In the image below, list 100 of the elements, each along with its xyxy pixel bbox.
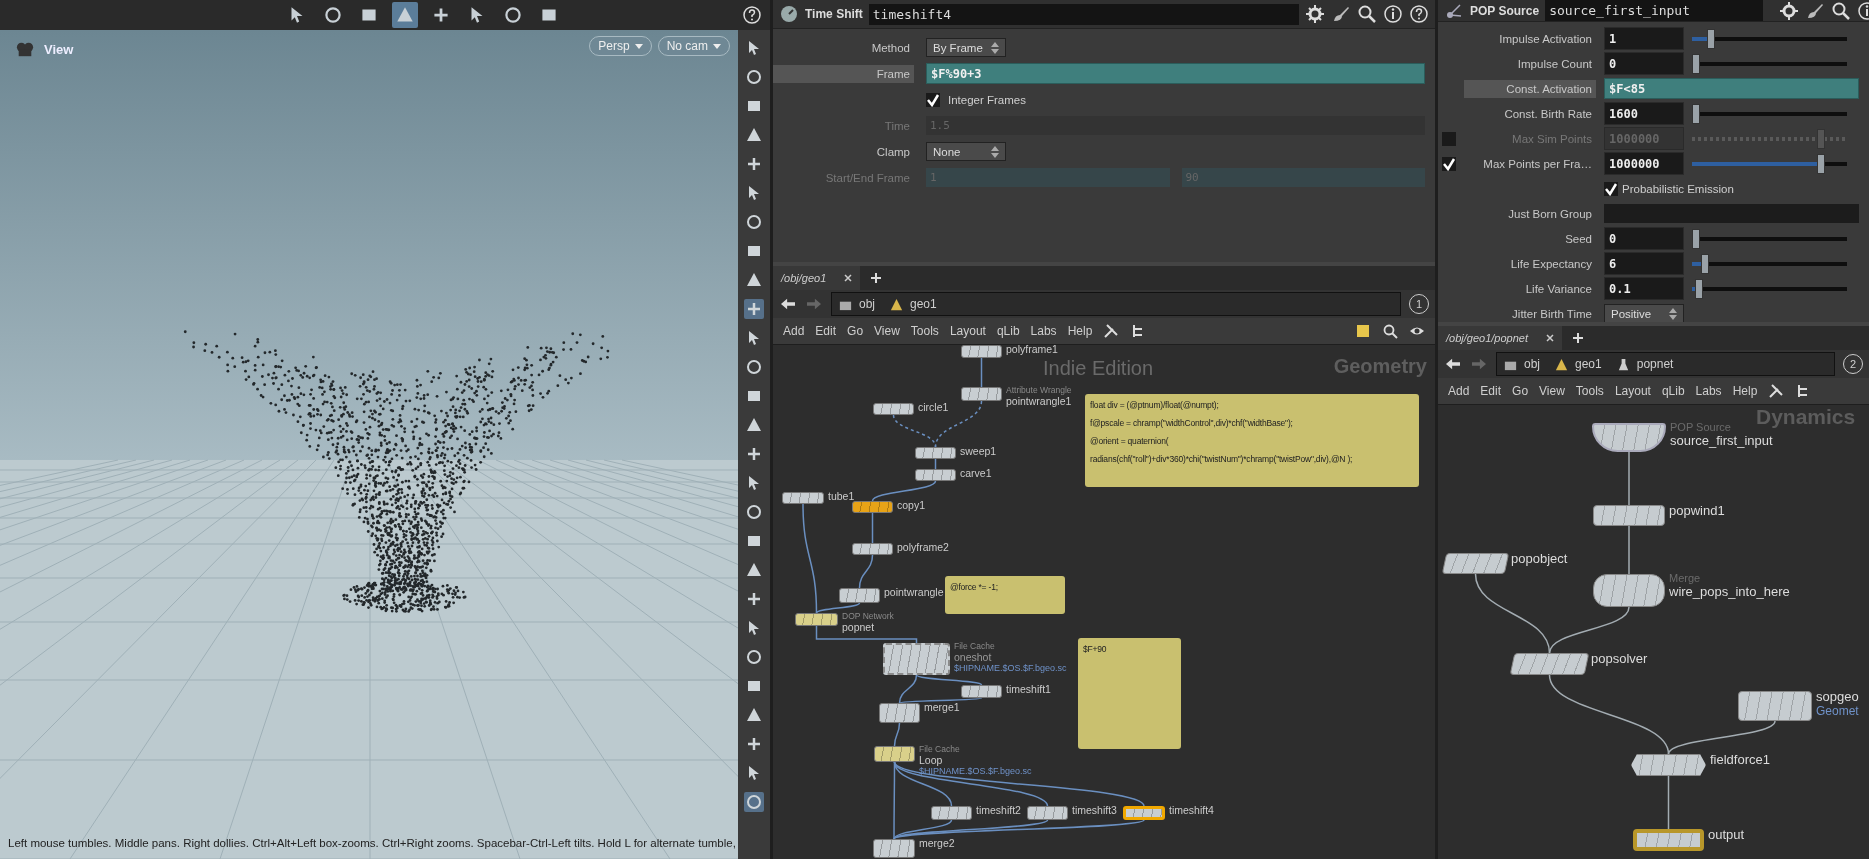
menu-item[interactable]: Help	[1067, 324, 1093, 338]
node-name-field[interactable]: timeshift4	[868, 3, 1299, 25]
number-field[interactable]: 6	[1604, 252, 1684, 275]
info-icon[interactable]	[1383, 4, 1403, 24]
number-field[interactable]: 1600	[1604, 102, 1684, 125]
network-node[interactable]	[931, 806, 972, 820]
close-icon[interactable]	[844, 274, 853, 282]
menu-item[interactable]: qLib	[1661, 384, 1685, 398]
search-icon[interactable]	[1831, 0, 1852, 21]
path-bar[interactable]: obj geo1	[831, 292, 1401, 316]
help-icon[interactable]	[742, 5, 762, 25]
back-arrow-icon[interactable]	[1444, 357, 1462, 371]
menu-item[interactable]: Layout	[949, 324, 986, 338]
network-node[interactable]	[874, 746, 915, 762]
network-node[interactable]	[961, 387, 1002, 401]
gear-icon[interactable]	[1305, 4, 1325, 24]
add-tab-icon[interactable]	[870, 272, 883, 284]
network-node[interactable]	[795, 613, 838, 626]
network-node[interactable]	[852, 501, 893, 513]
network-node[interactable]	[879, 703, 920, 723]
sticky-note[interactable]: @force *= -1;	[945, 576, 1065, 614]
network-node[interactable]	[1123, 806, 1165, 820]
menu-item[interactable]: Go	[1512, 384, 1529, 398]
menu-item[interactable]: Go	[847, 324, 864, 338]
slider[interactable]	[1692, 253, 1847, 274]
back-arrow-icon[interactable]	[779, 297, 797, 311]
menu-item[interactable]: Layout	[1614, 384, 1651, 398]
node-name-field[interactable]: source_first_input	[1545, 0, 1764, 21]
network-node[interactable]	[961, 345, 1002, 358]
path-segment[interactable]: obj	[1524, 357, 1540, 371]
path-segment[interactable]: geo1	[1575, 357, 1602, 371]
path-segment[interactable]: obj	[859, 297, 875, 311]
sticky-note[interactable]: float div = (@ptnum)/float(@numpt); f@pscale = chramp("widthControl",div)*chf("widthBase"); @orient = quaternion( radians(chf("roll")+div*360)*chi("twistNum")*chramp("twistPow",div),@N );	[1085, 394, 1419, 487]
path-segment[interactable]: geo1	[910, 297, 937, 311]
cross-icon[interactable]	[744, 299, 764, 319]
circle-icon[interactable]	[744, 647, 764, 667]
gear-icon[interactable]	[1779, 0, 1800, 21]
slider[interactable]	[1692, 128, 1847, 149]
circle-icon[interactable]	[744, 792, 764, 812]
dropdown-menu[interactable]: None	[926, 142, 1006, 161]
network-node[interactable]	[782, 492, 824, 504]
network-tab[interactable]: /obj/geo1/popnet	[1438, 326, 1562, 350]
menu-item[interactable]: Add	[783, 324, 805, 338]
network-node[interactable]	[873, 403, 914, 415]
menu-item[interactable]: Edit	[1480, 384, 1502, 398]
network-node[interactable]	[1738, 691, 1812, 721]
network-node[interactable]	[915, 447, 956, 459]
network-node[interactable]	[852, 543, 893, 555]
dropdown-menu[interactable]: By Frame	[926, 38, 1006, 57]
add-tab-icon[interactable]	[1571, 332, 1584, 344]
checkbox[interactable]	[1604, 181, 1618, 196]
number-field[interactable]: 1000000	[1604, 152, 1684, 175]
slider[interactable]	[1692, 103, 1847, 124]
slider[interactable]	[1692, 28, 1847, 49]
slider[interactable]	[1692, 53, 1847, 74]
close-icon[interactable]	[1545, 334, 1554, 342]
menu-item[interactable]: Tools	[1575, 384, 1604, 398]
number-field[interactable]: 1	[1604, 27, 1684, 50]
sticky-note[interactable]: $F+90	[1078, 638, 1181, 749]
menu-item[interactable]: Labs	[1030, 324, 1057, 338]
network-node[interactable]	[1633, 829, 1704, 851]
help-icon[interactable]	[1409, 4, 1429, 24]
circle-icon[interactable]	[744, 67, 764, 87]
checkbox[interactable]	[926, 92, 940, 107]
note-icon[interactable]	[1355, 323, 1371, 339]
path-segment[interactable]: popnet	[1636, 357, 1674, 371]
slider[interactable]	[1692, 153, 1847, 174]
number-field[interactable]: 0.1	[1604, 277, 1684, 300]
text-field[interactable]	[1604, 204, 1859, 223]
number-field[interactable]: 0	[1604, 52, 1684, 75]
menu-item[interactable]: Add	[1448, 384, 1470, 398]
wrench-icon[interactable]	[1768, 383, 1785, 399]
number-field[interactable]: 0	[1604, 227, 1684, 250]
checkbox[interactable]	[1442, 156, 1456, 171]
menu-item[interactable]: Help	[1732, 384, 1758, 398]
network-node[interactable]	[961, 685, 1002, 698]
network-node[interactable]	[1441, 553, 1510, 574]
network-tab[interactable]: /obj/geo1	[773, 266, 861, 290]
brush-icon[interactable]	[1331, 4, 1351, 24]
expression-field[interactable]: $F<85	[1604, 78, 1859, 99]
menu-item[interactable]: Edit	[815, 324, 837, 338]
expression-field[interactable]: $F%90+3	[926, 63, 1425, 84]
circle-icon[interactable]	[744, 502, 764, 522]
network-node[interactable]	[1592, 423, 1666, 452]
network-node[interactable]	[1631, 754, 1706, 776]
slider[interactable]	[1692, 278, 1847, 299]
network-node[interactable]	[873, 839, 915, 858]
network-node[interactable]	[915, 469, 956, 481]
menu-item[interactable]: Labs	[1695, 384, 1722, 398]
search-icon[interactable]	[1382, 323, 1398, 339]
menu-item[interactable]: View	[1539, 384, 1565, 398]
path-bar[interactable]: obj geo1 popnet	[1496, 352, 1835, 376]
network-node[interactable]	[1593, 574, 1665, 607]
circle-icon[interactable]	[744, 212, 764, 232]
slider[interactable]	[1692, 228, 1847, 249]
wrench-icon[interactable]	[1103, 323, 1120, 339]
menu-item[interactable]: Tools	[910, 324, 939, 338]
menu-item[interactable]: View	[874, 324, 900, 338]
network-node[interactable]	[1593, 505, 1665, 526]
network-node[interactable]	[1027, 806, 1068, 820]
